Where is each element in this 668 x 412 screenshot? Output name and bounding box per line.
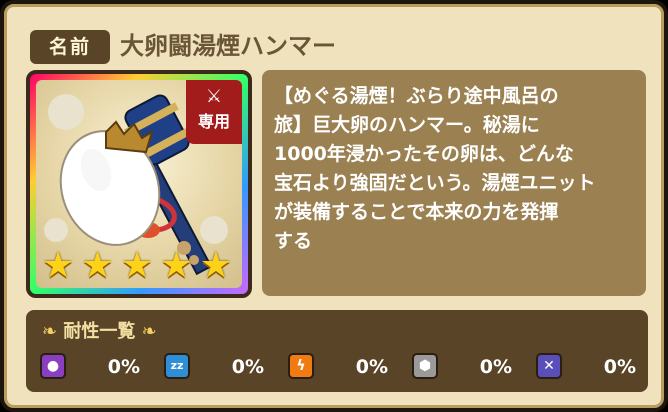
item-icon-frame[interactable]: ⚔ 専用 ★ ★ ★ ★ ★	[26, 70, 252, 298]
item-name: 大卵闘湯煙ハンマー	[120, 32, 336, 60]
star-icon: ★	[42, 245, 75, 286]
resistance-row: ● 0% zz 0% ϟ 0% ⬢ 0% ✕ 0%	[40, 352, 638, 382]
paralysis-icon: ϟ	[288, 353, 314, 379]
resistance-value: 0%	[231, 356, 264, 378]
star-icon: ★	[160, 245, 193, 286]
name-label: 名前	[30, 30, 110, 64]
resistance-value: 0%	[479, 356, 512, 378]
description-line: 宝石より強固だという。湯煙ユニット	[274, 172, 596, 194]
stone-icon: ⬢	[412, 353, 438, 379]
resistance-value: 0%	[107, 356, 140, 378]
star-icon: ★	[81, 245, 114, 286]
description-line: 1000年浸かったその卵は、どんな	[274, 143, 574, 165]
description-line: する	[274, 230, 313, 252]
right-ornament-icon: ❧	[141, 321, 157, 342]
resistance-title: ❧ 耐性一覧 ❧	[42, 318, 157, 346]
star-icon: ★	[120, 245, 154, 286]
egg-hammer-icon: ⚔ 専用 ★ ★ ★ ★ ★	[36, 80, 242, 288]
sleep-icon: zz	[164, 353, 190, 379]
left-ornament-icon: ❧	[42, 321, 58, 342]
crossed-swords-icon: ⚔	[205, 86, 223, 107]
description-line: 旅】巨大卵のハンマー。秘湯に	[274, 114, 540, 136]
resistance-item-sleep: zz 0%	[164, 352, 274, 382]
resistance-value: 0%	[603, 356, 636, 378]
star-icon: ★	[199, 245, 232, 286]
description-line: 【めぐる湯煙！ぶらり途中風呂の	[274, 85, 559, 107]
item-description: 【めぐる湯煙！ぶらり途中風呂の 旅】巨大卵のハンマー。秘湯に 1000年浸かった…	[262, 70, 646, 296]
resistance-value: 0%	[355, 356, 388, 378]
poison-icon: ●	[40, 353, 66, 379]
resistance-item-seal: ✕ 0%	[536, 352, 646, 382]
exclusive-badge-label: 専用	[197, 112, 230, 131]
exclusive-badge: ⚔ 専用	[186, 80, 242, 144]
resistance-panel: ❧ 耐性一覧 ❧ ● 0% zz 0% ϟ 0% ⬢ 0% ✕ 0%	[26, 310, 648, 392]
resistance-item-stone: ⬢ 0%	[412, 352, 522, 382]
resistance-item-paralysis: ϟ 0%	[288, 352, 398, 382]
description-line: が装備することで本来の力を発揮	[274, 201, 559, 223]
resistance-title-text: 耐性一覧	[63, 321, 136, 342]
item-detail-panel: 名前 大卵闘湯煙ハンマー ⚔ 専用 ★ ★ ★ ★ ★ 【めぐる湯煙！ぶらり途中…	[0, 0, 668, 412]
rarity-stars: ★ ★ ★ ★ ★	[42, 248, 232, 284]
resistance-item-poison: ● 0%	[40, 352, 150, 382]
seal-icon: ✕	[536, 353, 562, 379]
